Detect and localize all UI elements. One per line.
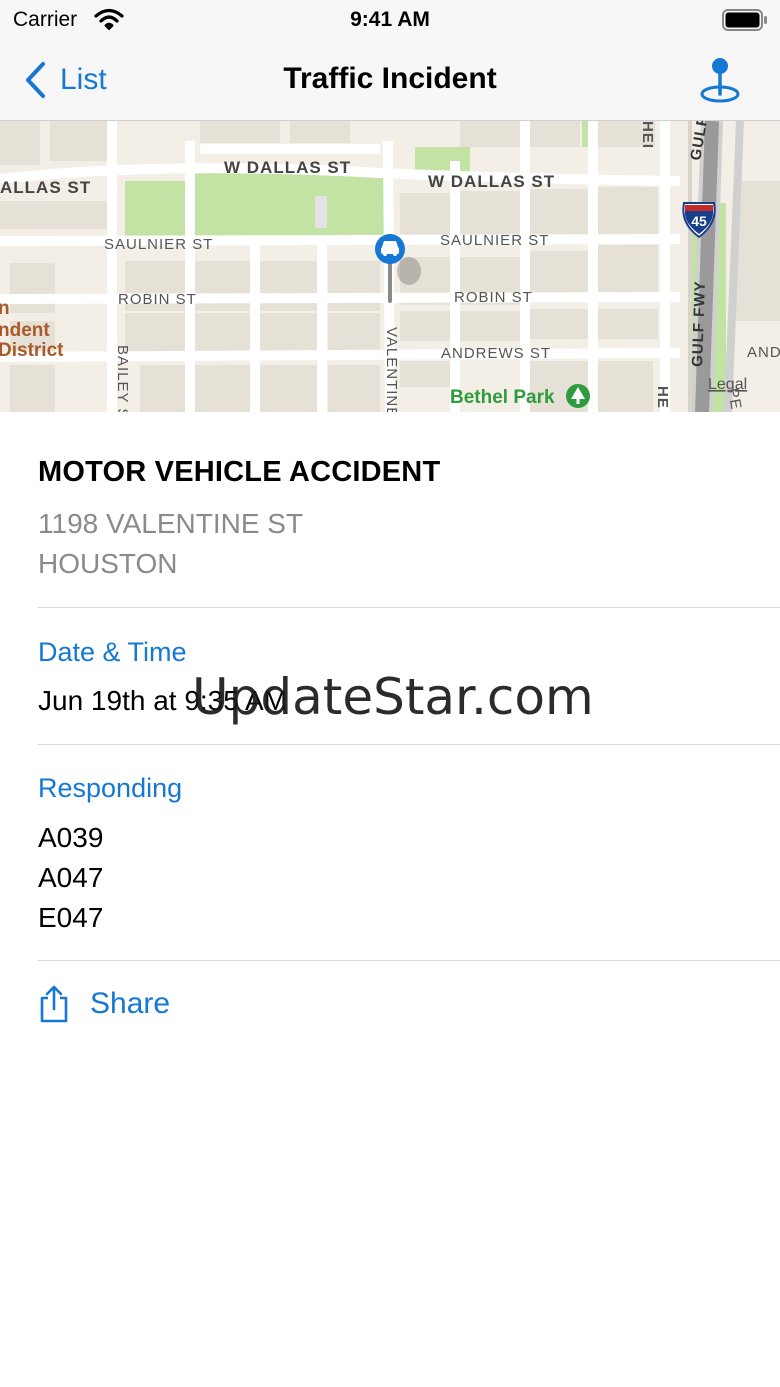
map-street-label: ALLAS ST [0, 178, 91, 197]
map-street-label: ROBIN ST [454, 289, 533, 306]
map-district-label: District [0, 340, 64, 361]
status-bar: Carrier 9:41 AM [0, 0, 780, 40]
navigation-bar: List Traffic Incident [0, 40, 780, 121]
status-time: 9:41 AM [350, 8, 430, 31]
share-button-label: Share [90, 987, 171, 1020]
tree-icon [566, 384, 590, 408]
map-street-label: AND [747, 344, 780, 361]
map-street-label: ROBIN ST [118, 291, 197, 308]
map-district-label: ndent [0, 320, 50, 341]
map-pin-button[interactable] [698, 56, 742, 109]
address-city: HOUSTON [38, 548, 178, 579]
map-district-label: n [0, 298, 10, 319]
map-legal-link[interactable]: Legal [708, 376, 747, 393]
responding-unit: A047 [38, 862, 104, 893]
divider [38, 960, 780, 961]
divider [38, 607, 780, 608]
divider [38, 744, 780, 745]
share-icon [40, 985, 68, 1023]
responding-label: Responding [38, 773, 183, 803]
map-street-label: VALENTINE [383, 327, 400, 412]
map-street-label: GULF FWY [689, 280, 709, 367]
incident-type: MOTOR VEHICLE ACCIDENT [38, 456, 441, 488]
watermark-text: UpdateStar.com [192, 668, 594, 726]
car-icon [381, 241, 399, 256]
battery-icon [722, 9, 768, 36]
map-poi-label: Bethel Park [450, 387, 555, 408]
map-street-label: SAULNIER ST [440, 232, 549, 249]
responding-unit: E047 [38, 902, 104, 933]
map-street-label: W DALLAS ST [224, 158, 351, 177]
map-street-label: BAILEY S [114, 345, 131, 412]
incident-map[interactable]: W DALLAS ST W DALLAS ST ALLAS ST SAULNIE… [0, 121, 780, 412]
map-street-label: W DALLAS ST [428, 172, 555, 191]
date-time-label: Date & Time [38, 637, 187, 667]
map-street-label: HE [654, 386, 671, 409]
page-title: Traffic Incident [283, 62, 497, 95]
address-street: 1198 VALENTINE ST [38, 508, 304, 539]
responding-unit: A039 [38, 822, 104, 853]
share-button[interactable]: Share [38, 980, 170, 1028]
map-pin-icon [700, 58, 740, 103]
highway-shield-number: 45 [691, 213, 707, 229]
map-street-label: ANDREWS ST [441, 345, 551, 362]
map-street-label: HEI [639, 121, 656, 149]
map-street-label: SAULNIER ST [104, 236, 213, 253]
